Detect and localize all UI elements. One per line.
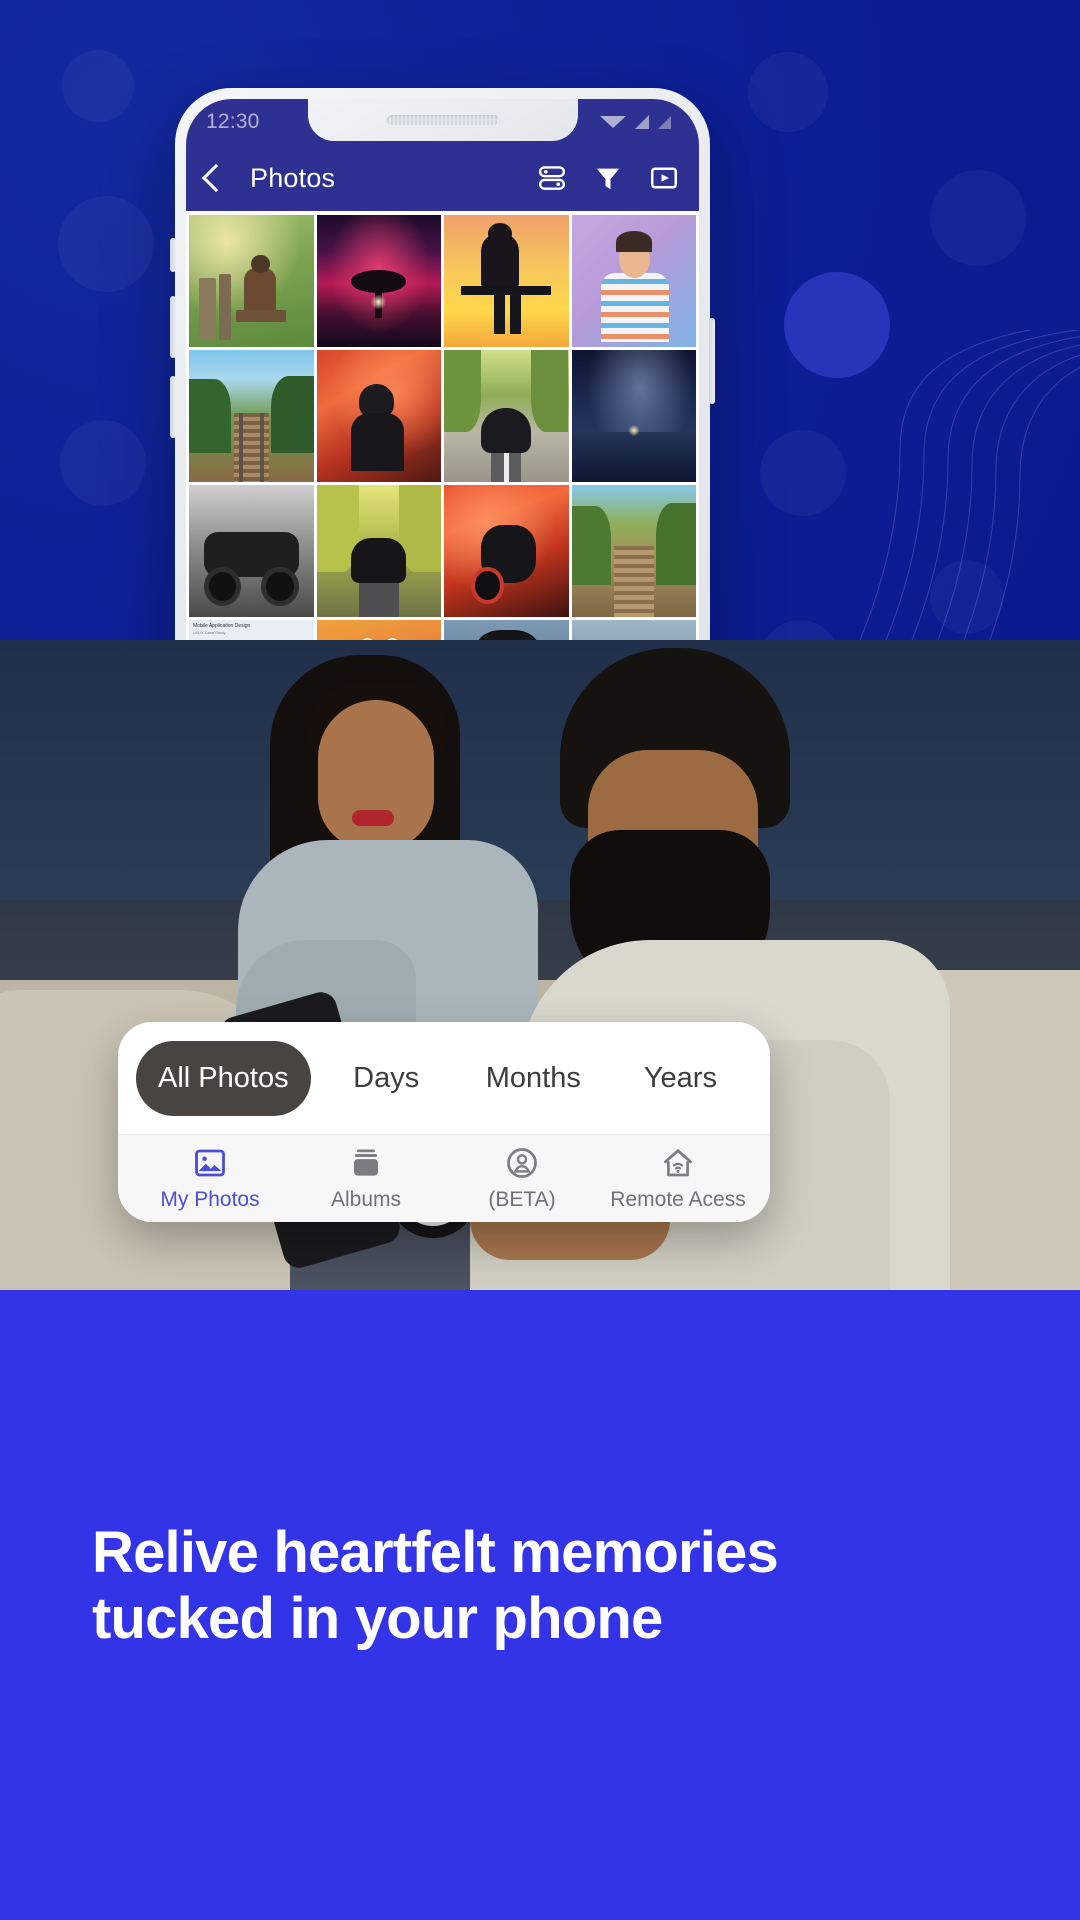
- signal-icon: [635, 115, 649, 129]
- app-bar: Photos: [186, 145, 699, 211]
- phone-button-volume-up: [170, 296, 176, 358]
- photo-thumbnail[interactable]: [316, 349, 441, 482]
- thumbnail-caption-title: Mobile Application Design: [193, 622, 251, 629]
- time-range-tabs: All Photos Days Months Years: [118, 1022, 770, 1134]
- app-bar-actions: [537, 163, 679, 193]
- photo-thumbnail[interactable]: [189, 349, 314, 482]
- tab-years[interactable]: Years: [609, 1041, 752, 1116]
- tab-days[interactable]: Days: [315, 1041, 458, 1116]
- home-wifi-icon: [664, 1148, 692, 1177]
- nav-label: Remote Acess: [610, 1188, 746, 1211]
- thumbnail-caption-sub: UI/UX Case Study: [193, 629, 226, 635]
- filter-icon[interactable]: [593, 163, 623, 193]
- photo-thumbnail[interactable]: [571, 484, 696, 617]
- earpiece-speaker: [386, 115, 499, 125]
- decor-circle: [930, 170, 1026, 266]
- slideshow-icon[interactable]: [649, 163, 679, 193]
- photo-thumbnail[interactable]: [316, 215, 441, 347]
- nav-item-albums[interactable]: Albums: [288, 1145, 444, 1212]
- nav-item-beta[interactable]: (BETA): [444, 1145, 600, 1212]
- nav-item-my-photos[interactable]: My Photos: [132, 1145, 288, 1212]
- headline: Relive heartfelt memories tucked in your…: [92, 1520, 779, 1652]
- list-view-icon[interactable]: [537, 163, 567, 193]
- photo-thumbnail[interactable]: [571, 349, 696, 482]
- tab-all-photos[interactable]: All Photos: [136, 1040, 311, 1116]
- back-icon[interactable]: [201, 163, 231, 193]
- phone-button-volume-down: [170, 376, 176, 438]
- photo-thumbnail[interactable]: [571, 215, 696, 347]
- nav-label: Albums: [330, 1188, 402, 1211]
- photo-thumbnail[interactable]: [189, 215, 314, 347]
- bottom-navigation: My Photos Albums (BETA) Remote Acess: [118, 1134, 770, 1222]
- phone-button-mute: [170, 238, 176, 272]
- status-icons: [600, 115, 677, 129]
- photo-thumbnail[interactable]: [444, 484, 569, 617]
- nav-item-remote-access[interactable]: Remote Acess: [600, 1145, 756, 1212]
- decor-circle: [748, 52, 828, 132]
- photos-control-card: All Photos Days Months Years My Photos A…: [118, 1022, 770, 1222]
- photo-thumbnail[interactable]: [189, 484, 314, 617]
- photo-thumbnail[interactable]: [444, 215, 569, 347]
- decor-circle: [62, 50, 134, 122]
- phone-notch: [307, 99, 578, 141]
- nav-label: (BETA): [488, 1188, 556, 1211]
- signal-weak-icon: [658, 115, 671, 129]
- tab-months[interactable]: Months: [462, 1041, 605, 1116]
- person-circle-icon: [507, 1148, 537, 1178]
- decor-circle: [58, 196, 154, 292]
- page-title: Photos: [250, 162, 336, 193]
- nav-label: My Photos: [160, 1188, 260, 1211]
- photo-thumbnail[interactable]: [444, 349, 569, 482]
- wifi-icon: [600, 116, 626, 128]
- photo-thumbnail[interactable]: [316, 484, 441, 617]
- phone-button-power: [709, 318, 715, 404]
- decor-circle: [60, 420, 146, 506]
- status-clock: 12:30: [206, 110, 260, 133]
- image-icon: [195, 1149, 225, 1177]
- albums-icon: [354, 1149, 378, 1176]
